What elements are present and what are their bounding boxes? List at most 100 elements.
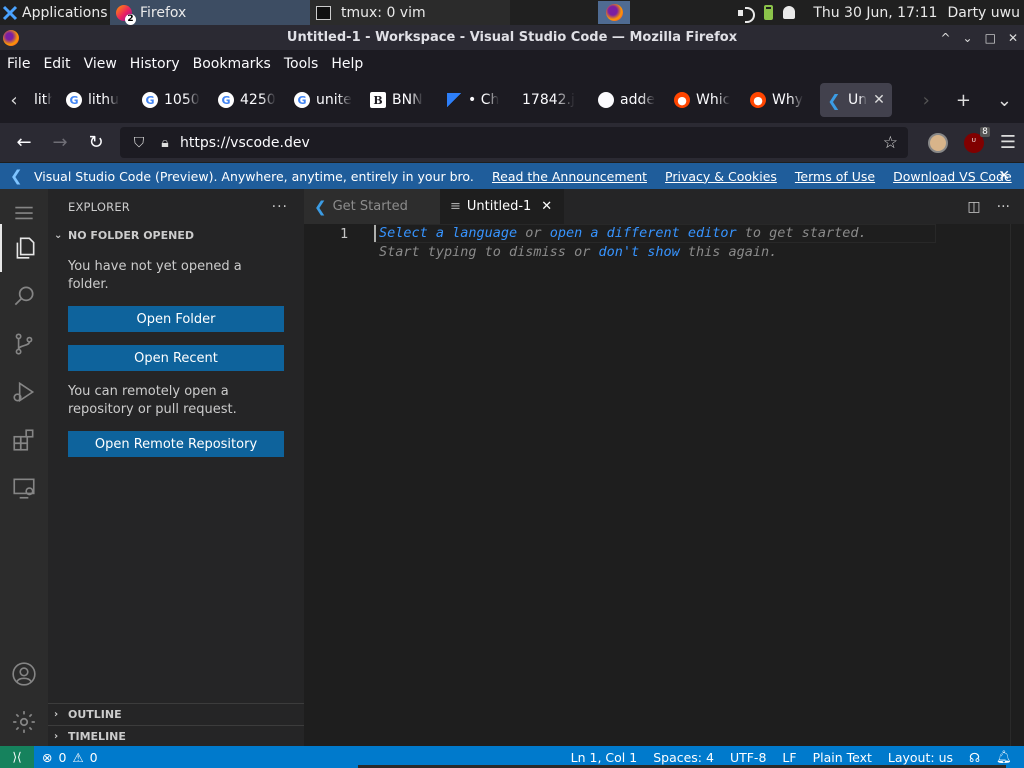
no-folder-section-header[interactable]: ⌄ NO FOLDER OPENED (48, 224, 304, 246)
lock-icon[interactable]: 🔒︎ (154, 135, 176, 151)
language-mode[interactable]: Plain Text (813, 750, 872, 765)
outline-section-header[interactable]: › OUTLINE (48, 703, 304, 725)
browser-tab[interactable]: adde (592, 83, 666, 117)
new-tab-icon[interactable]: + (956, 90, 971, 111)
menu-file[interactable]: File (7, 56, 30, 72)
browser-tab[interactable]: ❮ Un ✕ (820, 83, 892, 117)
taskbar-firefox[interactable]: 2 Firefox (110, 0, 310, 25)
menu-history[interactable]: History (130, 56, 180, 72)
navigation-toolbar: ← → ↻ ⛉ 🔒︎ https://vscode.dev ☆ ᵁ8 ☰ (0, 123, 1024, 162)
volume-icon[interactable] (738, 6, 756, 23)
open-folder-button[interactable]: Open Folder (68, 306, 284, 332)
firefox-logo-icon (3, 29, 19, 46)
applications-label: Applications (22, 4, 108, 21)
terms-of-use-link[interactable]: Terms of Use (795, 169, 875, 184)
notification-bell-icon[interactable] (783, 6, 796, 19)
scroll-tabs-right-icon[interactable]: › (923, 90, 930, 111)
extensions-icon[interactable] (0, 416, 48, 464)
encoding[interactable]: UTF-8 (730, 750, 766, 765)
run-debug-icon[interactable] (0, 368, 48, 416)
extension-avatar-icon[interactable] (927, 132, 948, 153)
ublock-origin-icon[interactable]: ᵁ8 (963, 126, 990, 153)
xfce-logo-icon (2, 5, 18, 20)
read-announcement-link[interactable]: Read the Announcement (492, 169, 647, 184)
browser-tab[interactable]: ● Whic (668, 83, 742, 117)
maximize-icon[interactable]: □ (985, 31, 996, 45)
browser-tab[interactable]: ● Why (744, 83, 818, 117)
select-language-link[interactable]: Select a language (379, 225, 517, 241)
browser-tab[interactable]: Gunite (288, 83, 362, 117)
close-tab-icon[interactable]: ✕ (873, 92, 885, 108)
split-editor-icon[interactable]: ◫ (967, 199, 980, 215)
ublock-count-badge: 8 (980, 126, 990, 137)
battery-icon[interactable] (764, 5, 774, 20)
menu-view[interactable]: View (84, 56, 117, 72)
back-icon[interactable]: ← (6, 132, 42, 153)
browser-tab[interactable]: 17842.j (516, 83, 590, 117)
source-control-icon[interactable] (0, 320, 48, 368)
tab-label: Get Started (332, 199, 408, 214)
reload-icon[interactable]: ↻ (78, 132, 114, 153)
editor-more-actions-icon[interactable]: ··· (997, 199, 1010, 215)
tab-untitled-1[interactable]: ≡ Untitled-1 ✕ (440, 189, 564, 224)
close-window-icon[interactable]: ✕ (1008, 31, 1018, 45)
search-icon[interactable] (0, 272, 48, 320)
list-all-tabs-icon[interactable]: ⌄ (997, 90, 1012, 111)
cursor-position[interactable]: Ln 1, Col 1 (571, 750, 638, 765)
remote-explorer-icon[interactable] (0, 464, 48, 512)
menu-bookmarks[interactable]: Bookmarks (193, 56, 271, 72)
notifications-bell-icon[interactable]: 🔔︎ (996, 749, 1012, 765)
bookmark-star-icon[interactable]: ☆ (883, 133, 898, 153)
browser-tab[interactable]: G 4250 (212, 83, 286, 117)
firefox-launcher[interactable] (598, 1, 630, 24)
applications-menu[interactable]: Applications (0, 0, 110, 25)
user-name[interactable]: Darty uwu (947, 5, 1020, 21)
menu-help[interactable]: Help (331, 56, 363, 72)
browser-tab[interactable]: G 1050 (136, 83, 210, 117)
dont-show-link[interactable]: don't show (598, 244, 679, 260)
indentation[interactable]: Spaces: 4 (653, 750, 714, 765)
hamburger-menu-icon[interactable]: ☰ (1000, 132, 1016, 153)
url-bar[interactable]: ⛉ 🔒︎ https://vscode.dev ☆ (120, 127, 908, 158)
close-tab-icon[interactable]: ✕ (541, 199, 552, 214)
manage-gear-icon[interactable] (0, 698, 48, 746)
google-favicon-icon: G (142, 92, 158, 108)
editor-area[interactable]: 1 Select a language or open a different … (304, 224, 1024, 746)
open-remote-repository-button[interactable]: Open Remote Repository (68, 431, 284, 457)
browser-tab[interactable]: • Ch (440, 83, 514, 117)
scroll-tabs-left-icon[interactable]: ‹ (0, 90, 28, 111)
hint-text: or (517, 225, 550, 241)
close-notice-icon[interactable]: ✕ (998, 168, 1010, 184)
more-actions-icon[interactable]: ··· (272, 199, 288, 215)
end-of-line[interactable]: LF (782, 750, 796, 765)
minimize-icon[interactable]: ^ (940, 31, 950, 45)
browser-tab[interactable]: Glithu (60, 83, 134, 117)
open-recent-button[interactable]: Open Recent (68, 345, 284, 371)
window-title: Untitled-1 - Workspace - Visual Studio C… (286, 30, 738, 45)
remote-indicator-icon[interactable]: ⟩⟨ (0, 746, 34, 768)
problems-indicator[interactable]: ⊗ 0 ⚠ 0 (42, 750, 98, 765)
menu-edit[interactable]: Edit (43, 56, 70, 72)
browser-tab[interactable]: lithu (28, 83, 58, 117)
browser-tab[interactable]: B BNN (364, 83, 438, 117)
tab-get-started[interactable]: ❮ Get Started (304, 189, 440, 224)
github-favicon-icon (598, 92, 614, 108)
taskbar-tmux[interactable]: tmux: 0 vim (310, 0, 510, 25)
menu-tools[interactable]: Tools (284, 56, 319, 72)
window-titlebar: Untitled-1 - Workspace - Visual Studio C… (0, 25, 1024, 50)
feedback-icon[interactable]: ☊ (969, 750, 980, 765)
forward-icon[interactable]: → (42, 132, 78, 153)
shade-icon[interactable]: ⌄ (963, 31, 973, 45)
timeline-section-header[interactable]: › TIMELINE (48, 725, 304, 747)
scrollbar[interactable] (1010, 224, 1024, 746)
keyboard-layout[interactable]: Layout: us (888, 750, 953, 765)
url-text[interactable]: https://vscode.dev (180, 135, 310, 151)
accounts-icon[interactable] (0, 650, 48, 698)
shield-icon[interactable]: ⛉ (128, 135, 150, 151)
explorer-icon[interactable] (0, 224, 48, 272)
privacy-cookies-link[interactable]: Privacy & Cookies (665, 169, 777, 184)
open-different-editor-link[interactable]: open a different editor (550, 225, 737, 241)
download-vscode-link[interactable]: Download VS Code (893, 169, 1012, 184)
chevron-right-icon: › (54, 731, 59, 742)
clock[interactable]: Thu 30 Jun, 17:11 (813, 5, 937, 21)
